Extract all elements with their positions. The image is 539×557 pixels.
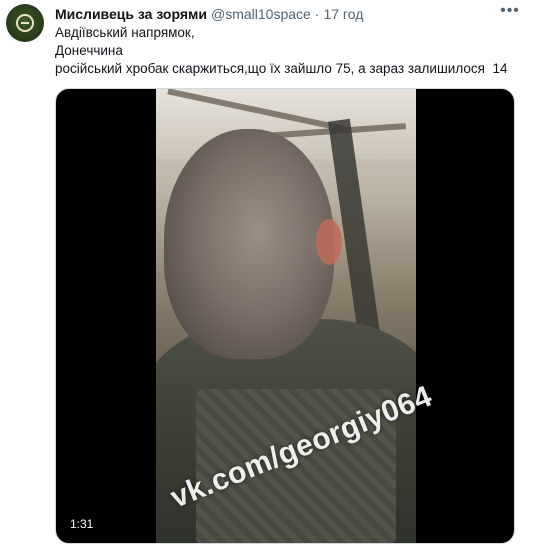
tweet-text-line: Авдіївський напрямок, [55,25,195,40]
display-name[interactable]: Мисливець за зорями [55,4,207,24]
timestamp[interactable]: 17 год [323,4,363,24]
avatar[interactable] [6,4,44,42]
video-player[interactable]: vk.com/georgiy064 1:31 [55,88,515,544]
user-handle[interactable]: @small10space [211,4,311,24]
video-duration-badge: 1:31 [66,515,98,533]
tweet-text-line: російський хробак скаржиться,що їх зайшл… [55,61,508,76]
video-ear [316,219,342,265]
more-options-icon[interactable]: ••• [499,3,521,24]
tweet-text-line: Донеччина [55,43,123,58]
tweet-header: Мисливець за зорями @small10space · 17 г… [55,4,499,24]
tweet-text: Авдіївський напрямок, Донеччина російськ… [55,24,519,78]
video-head [164,129,334,359]
army-emblem-icon [16,14,34,32]
tweet: Мисливець за зорями @small10space · 17 г… [0,0,539,557]
separator-dot: · [314,6,320,22]
